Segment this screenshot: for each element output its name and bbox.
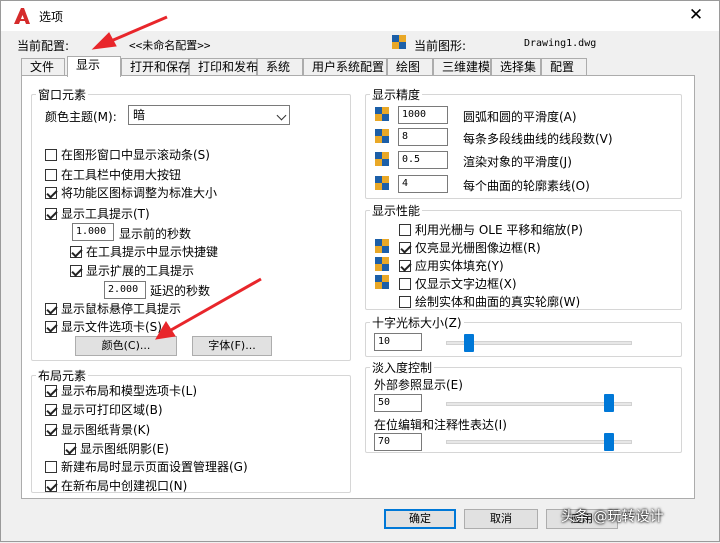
crosshair-size-input[interactable]: 10 — [374, 333, 422, 351]
drawing-setting-icon — [375, 239, 389, 253]
tab-plot-publish[interactable]: 打印和发布 — [189, 58, 258, 76]
arc-smoothness-label: 圆弧和圆的平滑度(A) — [463, 110, 577, 124]
crosshair-size-slider-track[interactable] — [446, 341, 632, 345]
tab-user-preferences[interactable]: 用户系统配置 — [303, 58, 387, 76]
xref-fade-input[interactable]: 50 — [374, 394, 422, 412]
contour-lines-label: 每个曲面的轮廓素线(O) — [463, 179, 590, 193]
solid-fill-checkbox[interactable]: 应用实体填充(Y) — [399, 257, 504, 274]
crosshair-size-legend: 十字光标大小(Z) — [372, 316, 462, 330]
extended-tooltips-checkbox[interactable]: 显示扩展的工具提示 — [70, 262, 194, 279]
raster-frame-checkbox[interactable]: 仅亮显光栅图像边框(R) — [399, 239, 541, 256]
arc-smoothness-input[interactable]: 1000 — [398, 106, 448, 124]
display-tab-panel: 窗口元素 颜色主题(M): 暗 在图形窗口中显示滚动条(S) 在工具栏中使用大按… — [21, 75, 695, 499]
shortcut-keys-checkbox[interactable]: 在工具提示中显示快捷键 — [70, 243, 218, 260]
file-tabs-checkbox[interactable]: 显示文件选项卡(S) — [45, 318, 162, 335]
raster-ole-checkbox[interactable]: 利用光栅与 OLE 平移和缩放(P) — [399, 221, 583, 238]
current-drawing-label: 当前图形: — [414, 39, 467, 53]
display-performance-legend: 显示性能 — [372, 204, 421, 218]
drawing-setting-icon — [375, 129, 389, 143]
drawing-file-icon — [392, 35, 406, 49]
rendered-smoothness-input[interactable]: 0.5 — [398, 151, 448, 169]
tooltip-delay-label: 显示前的秒数 — [119, 227, 192, 241]
color-theme-select[interactable]: 暗 — [128, 105, 290, 125]
drawing-setting-icon — [375, 257, 389, 271]
autocad-logo-icon — [14, 8, 30, 24]
title-bar: 选项 ✕ — [1, 1, 719, 31]
printable-area-checkbox[interactable]: 显示可打印区域(B) — [45, 401, 163, 418]
color-theme-value: 暗 — [133, 108, 146, 122]
tab-drafting[interactable]: 绘图 — [387, 58, 433, 76]
tab-files[interactable]: 文件 — [21, 58, 65, 76]
drawing-setting-icon — [375, 152, 389, 166]
fade-control-legend: 淡入度控制 — [372, 361, 433, 375]
paper-shadow-checkbox[interactable]: 显示图纸阴影(E) — [64, 440, 169, 457]
crosshair-size-slider-thumb[interactable] — [463, 334, 474, 352]
inplace-fade-input[interactable]: 70 — [374, 433, 422, 451]
cancel-button[interactable]: 取消 — [464, 509, 538, 529]
ribbon-icons-checkbox[interactable]: 将功能区图标调整为标准大小 — [45, 184, 217, 201]
text-frame-checkbox[interactable]: 仅显示文字边框(X) — [399, 275, 517, 292]
extended-delay-input[interactable]: 2.000 — [104, 281, 146, 299]
close-icon[interactable]: ✕ — [687, 6, 705, 24]
color-theme-label: 颜色主题(M): — [45, 110, 117, 124]
chevron-down-icon — [276, 110, 287, 121]
rendered-smoothness-label: 渲染对象的平滑度(J) — [463, 155, 572, 169]
tab-selection[interactable]: 选择集 — [491, 58, 541, 76]
window-title: 选项 — [39, 10, 64, 24]
paper-background-checkbox[interactable]: 显示图纸背景(K) — [45, 421, 150, 438]
polyline-segments-label: 每条多段线曲线的线段数(V) — [463, 132, 613, 146]
scrollbars-checkbox[interactable]: 在图形窗口中显示滚动条(S) — [45, 146, 210, 163]
true-silhouettes-checkbox[interactable]: 绘制实体和曲面的真实轮廓(W) — [399, 293, 580, 310]
tab-display[interactable]: 显示 — [67, 56, 121, 77]
tooltips-checkbox[interactable]: 显示工具提示(T) — [45, 205, 150, 222]
inplace-fade-slider-thumb[interactable] — [604, 433, 615, 451]
layout-tabs-checkbox[interactable]: 显示布局和模型选项卡(L) — [45, 382, 197, 399]
tab-system[interactable]: 系统 — [257, 58, 303, 76]
window-elements-legend: 窗口元素 — [38, 88, 87, 102]
display-resolution-legend: 显示精度 — [372, 88, 421, 102]
fonts-button[interactable]: 字体(F)... — [192, 336, 272, 356]
create-viewport-checkbox[interactable]: 在新布局中创建视口(N) — [45, 477, 187, 494]
current-drawing-value: Drawing1.dwg — [524, 38, 597, 49]
drawing-setting-icon — [375, 176, 389, 190]
rollover-tooltips-checkbox[interactable]: 显示鼠标悬停工具提示 — [45, 300, 181, 317]
page-setup-manager-checkbox[interactable]: 新建布局时显示页面设置管理器(G) — [45, 458, 248, 475]
large-buttons-checkbox[interactable]: 在工具栏中使用大按钮 — [45, 166, 181, 183]
current-profile-label: 当前配置: — [17, 39, 70, 53]
tooltip-delay-input[interactable]: 1.000 — [72, 223, 114, 241]
polyline-segments-input[interactable]: 8 — [398, 128, 448, 146]
ok-button[interactable]: 确定 — [384, 509, 456, 529]
colors-button[interactable]: 颜色(C)... — [75, 336, 177, 356]
tab-profiles[interactable]: 配置 — [541, 58, 587, 76]
inplace-fade-label: 在位编辑和注释性表达(I) — [374, 418, 507, 432]
xref-fade-label: 外部参照显示(E) — [374, 378, 463, 392]
tab-3d-modeling[interactable]: 三维建模 — [433, 58, 491, 76]
drawing-setting-icon — [375, 107, 389, 121]
drawing-setting-icon — [375, 275, 389, 289]
options-dialog: 选项 ✕ 当前配置: <<未命名配置>> 当前图形: Drawing1.dwg … — [0, 0, 720, 542]
tab-open-save[interactable]: 打开和保存 — [121, 58, 190, 76]
extended-delay-label: 延迟的秒数 — [150, 284, 211, 298]
contour-lines-input[interactable]: 4 — [398, 175, 448, 193]
current-profile-value: <<未命名配置>> — [129, 39, 211, 52]
xref-fade-slider-thumb[interactable] — [604, 394, 615, 412]
watermark-text: 头条 @玩转设计 — [561, 509, 664, 525]
